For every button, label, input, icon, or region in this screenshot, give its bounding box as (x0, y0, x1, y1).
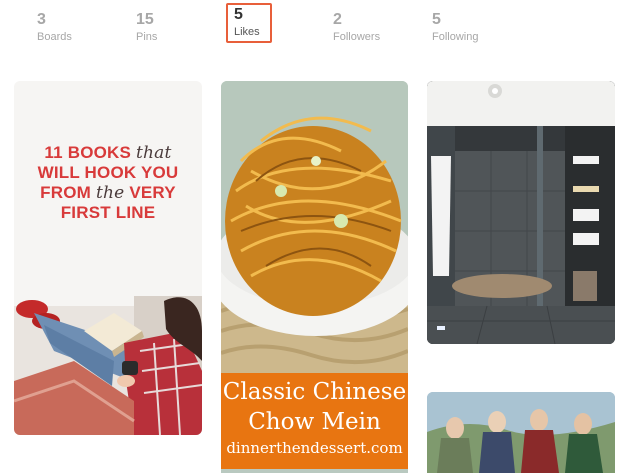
stat-boards-count: 3 (37, 11, 46, 28)
stat-pins-label: Pins (136, 31, 158, 43)
bathroom-photo (427, 81, 615, 344)
stat-following-label: Following (432, 31, 479, 43)
stat-pins[interactable]: 15 Pins (136, 10, 196, 44)
stat-boards-label: Boards (37, 31, 72, 43)
stat-likes[interactable]: 5 Likes (226, 3, 272, 43)
pin-bathroom[interactable] (427, 81, 615, 344)
stat-followers-count: 2 (333, 11, 342, 28)
pin-chow-mein[interactable]: Classic Chinese Chow Mein dinnerthendess… (221, 81, 408, 473)
stat-following-count: 5 (432, 11, 441, 28)
stat-likes-label: Likes (234, 26, 260, 38)
pin-books[interactable]: 11 BOOKS that WILL HOOK YOU FROM the VER… (14, 81, 202, 435)
chow-mein-title-line2: Chow Mein (248, 409, 381, 435)
pin-movie-still[interactable] (427, 392, 615, 473)
reading-person-photo (14, 296, 202, 435)
stat-pins-count: 15 (136, 11, 154, 28)
stat-followers-label: Followers (333, 31, 381, 43)
chow-mein-photo (221, 81, 408, 373)
movie-still-photo (427, 392, 615, 473)
stat-boards[interactable]: 3 Boards (37, 10, 97, 44)
chow-mein-banner: Classic Chinese Chow Mein dinnerthendess… (221, 373, 408, 469)
chow-mein-title-line1: Classic Chinese (222, 379, 407, 405)
stat-likes-count: 5 (234, 6, 243, 23)
chow-mein-site: dinnerthendessert.com (226, 439, 403, 457)
stat-following[interactable]: 5 Following (432, 10, 492, 44)
stat-followers[interactable]: 2 Followers (333, 10, 393, 44)
